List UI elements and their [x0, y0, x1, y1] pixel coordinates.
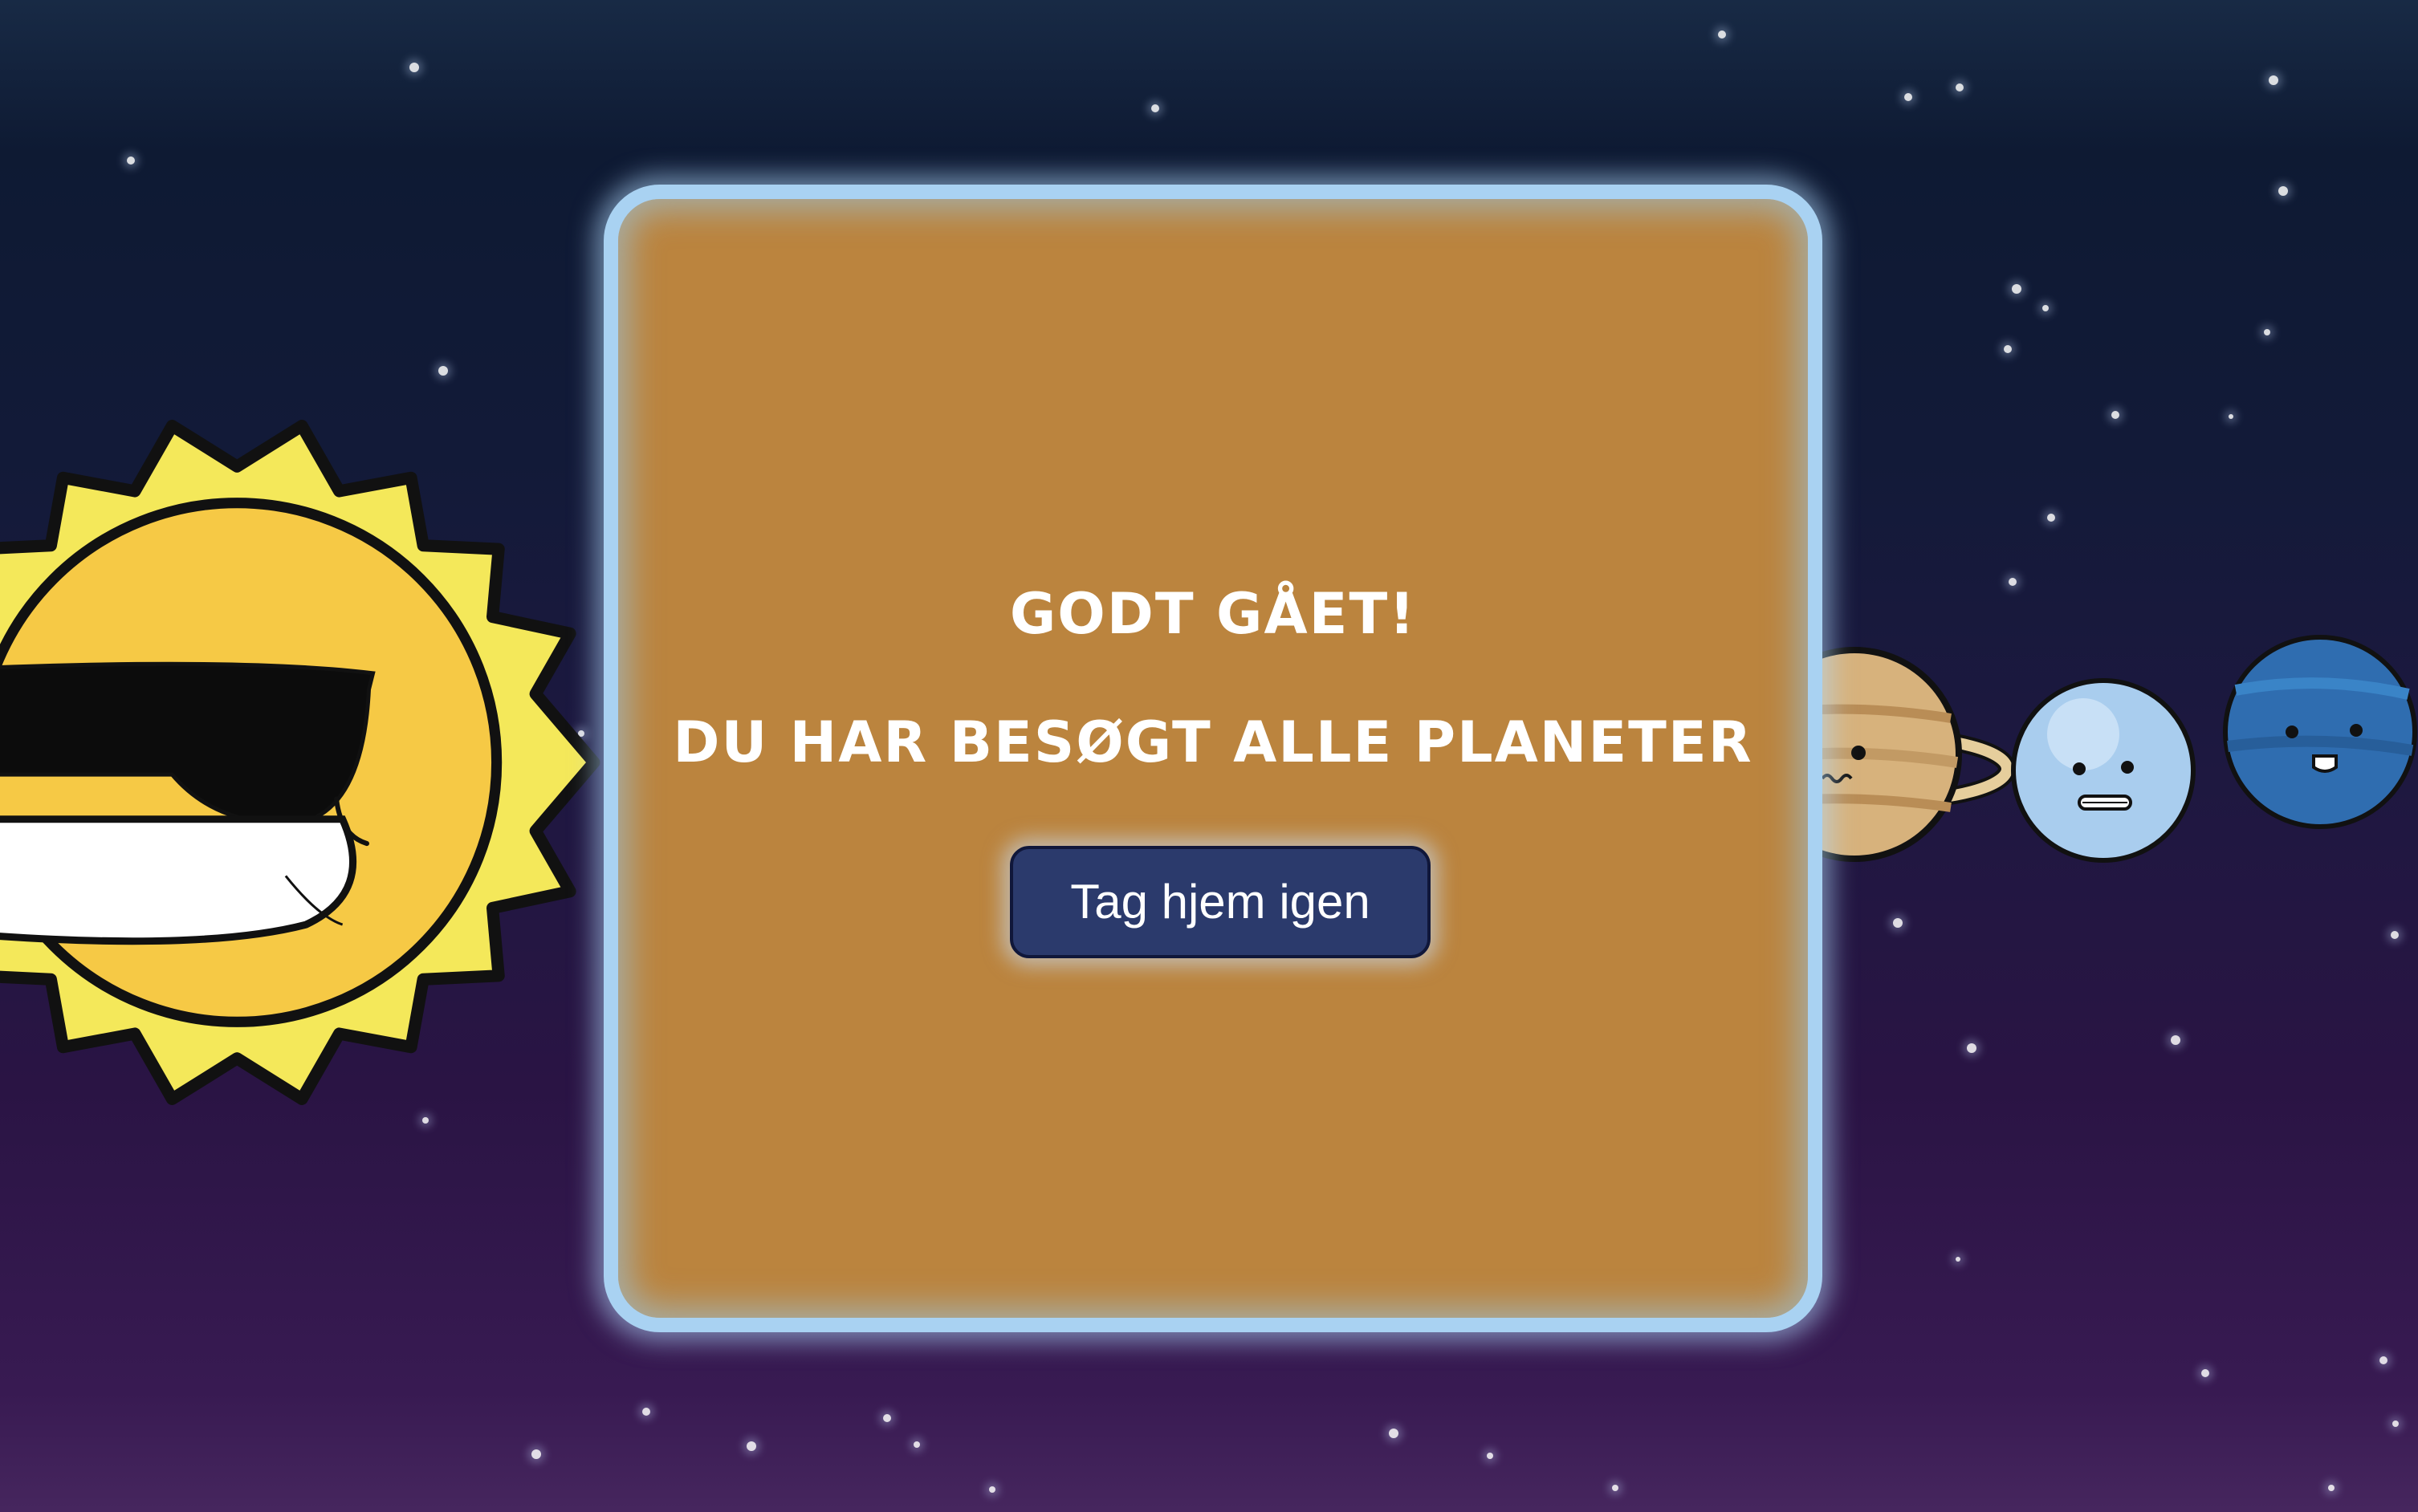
- star: [914, 1441, 920, 1448]
- star: [1967, 1043, 1976, 1053]
- completion-dialog: GODT GÅET! DU HAR BESØGT ALLE PLANETER T…: [604, 185, 1822, 1332]
- star: [1151, 104, 1159, 112]
- star: [2009, 578, 2017, 586]
- neptune-icon: [2223, 635, 2417, 829]
- star: [989, 1486, 995, 1493]
- star: [1612, 1485, 1618, 1491]
- star: [2391, 931, 2399, 939]
- star: [642, 1408, 650, 1416]
- star: [2012, 284, 2021, 294]
- star: [1893, 918, 1903, 928]
- star: [1904, 93, 1912, 101]
- planet-row: [1747, 618, 2418, 891]
- star: [1389, 1429, 1398, 1438]
- star: [2379, 1356, 2387, 1364]
- star: [747, 1441, 756, 1451]
- star: [1718, 30, 1726, 39]
- star: [1956, 83, 1964, 91]
- star: [2392, 1421, 2399, 1427]
- dialog-title: GODT GÅET!: [1009, 581, 1417, 647]
- star: [2278, 186, 2288, 196]
- star: [1956, 1257, 1960, 1262]
- uranus-icon: [2011, 678, 2196, 863]
- star: [2047, 514, 2055, 522]
- star: [2042, 305, 2049, 311]
- star: [2269, 75, 2278, 85]
- star: [2328, 1485, 2335, 1491]
- star: [2171, 1035, 2180, 1045]
- sun-character: [0, 16, 602, 1509]
- sun-icon: [0, 420, 600, 1105]
- star: [1487, 1453, 1493, 1459]
- star: [883, 1414, 891, 1422]
- star: [2264, 329, 2270, 335]
- space-background: GODT GÅET! DU HAR BESØGT ALLE PLANETER T…: [0, 0, 2418, 1512]
- star: [2111, 411, 2119, 419]
- star: [2201, 1369, 2209, 1377]
- star: [2229, 414, 2233, 419]
- star: [2004, 345, 2012, 353]
- go-home-button[interactable]: Tag hjem igen: [1010, 846, 1431, 958]
- dialog-subtitle: DU HAR BESØGT ALLE PLANETER: [673, 709, 1753, 775]
